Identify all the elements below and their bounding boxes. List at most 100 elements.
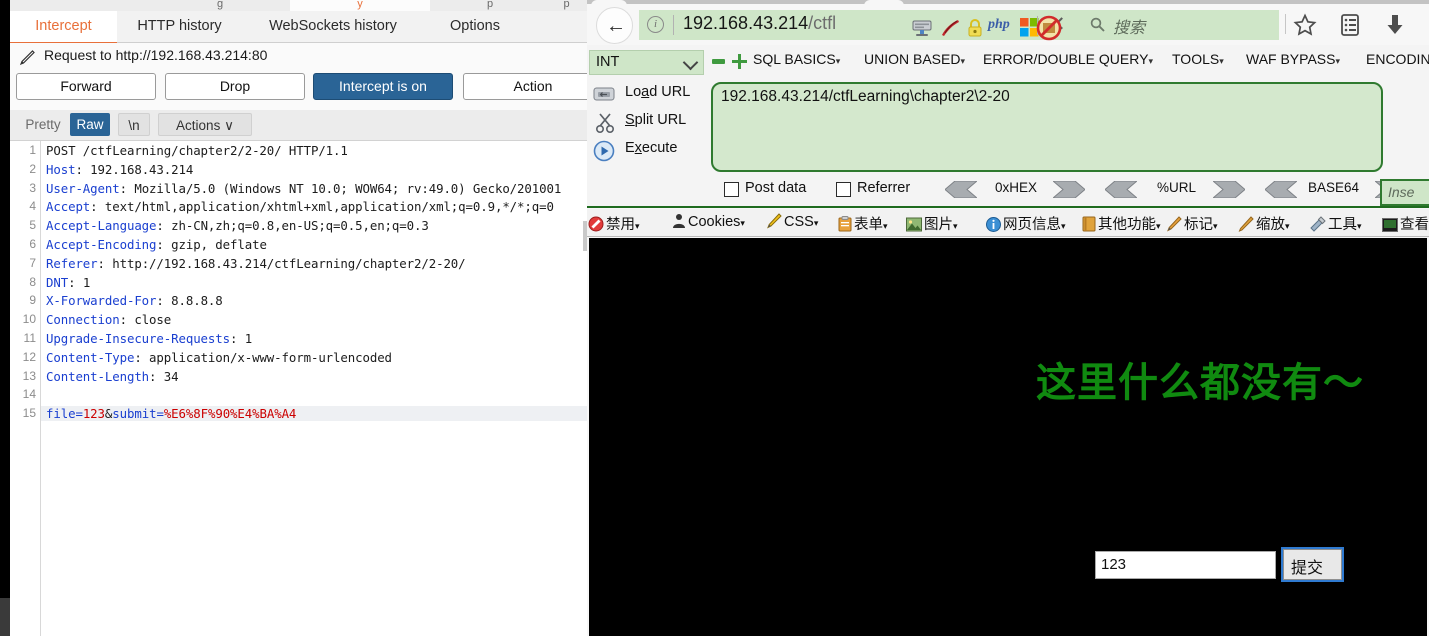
view-newline-button[interactable]: \n: [118, 113, 150, 136]
add-tab-button[interactable]: [732, 54, 747, 69]
submit-button[interactable]: 提交: [1281, 547, 1344, 582]
forward-button[interactable]: Forward: [16, 73, 156, 100]
menu-waf-bypass[interactable]: WAF BYPASS▾: [1246, 51, 1340, 67]
search-bar[interactable]: 搜索: [1081, 10, 1279, 40]
line-number: 8: [29, 274, 36, 289]
tab-intercept[interactable]: Intercept: [10, 11, 117, 45]
reader-list-icon[interactable]: [1339, 13, 1361, 37]
request-line[interactable]: Accept-Language: zh-CN,zh;q=0.8,en-US;q=…: [46, 218, 429, 233]
burp-top-tab-0[interactable]: g: [150, 0, 290, 11]
webdev-item-forms[interactable]: 表单▾: [838, 213, 888, 236]
server-icon[interactable]: [911, 18, 933, 38]
load-url-icon[interactable]: [592, 84, 616, 104]
hackbar-url-value: 192.168.43.214/ctfLearning\chapter2\2-20: [721, 88, 1010, 105]
encode-arrow-icon[interactable]: [1053, 181, 1085, 198]
hex-encoder-group[interactable]: 0xHEX: [945, 180, 1085, 199]
view-pretty-button[interactable]: Pretty: [18, 113, 68, 136]
insert-string-button[interactable]: Inse: [1380, 179, 1429, 206]
request-line[interactable]: file=123&submit=%E6%8F%90%E4%BA%A4: [41, 406, 588, 422]
request-line[interactable]: Host: 192.168.43.214: [46, 162, 193, 177]
request-line[interactable]: DNT: 1: [46, 275, 90, 290]
menu-union-based[interactable]: UNION BASED▾: [864, 51, 965, 67]
tab-intercept-label: Intercept: [35, 18, 92, 34]
referrer-checkbox[interactable]: [836, 182, 851, 197]
webdev-item-misc[interactable]: 其他功能▾: [1082, 213, 1161, 236]
back-button[interactable]: ←: [596, 7, 633, 44]
lock-icon[interactable]: [966, 18, 984, 38]
menu-tools[interactable]: TOOLS▾: [1172, 51, 1224, 67]
webdev-item-resize[interactable]: 缩放▾: [1238, 213, 1290, 236]
desktop-taskbar-sliver: [0, 598, 10, 636]
header-value: : 8.8.8.8: [156, 293, 223, 309]
request-line[interactable]: X-Forwarded-For: 8.8.8.8: [46, 293, 223, 308]
request-line[interactable]: POST /ctfLearning/chapter2/2-20/ HTTP/1.…: [46, 143, 348, 158]
post-data-checkbox[interactable]: [724, 182, 739, 197]
url-path: /ctfl: [808, 13, 837, 33]
menu-error-double-query[interactable]: ERROR/DOUBLE QUERY▾: [983, 51, 1153, 67]
tab-websockets-history[interactable]: WebSockets history: [243, 11, 423, 42]
webdev-item-information[interactable]: 网页信息▾: [986, 213, 1066, 236]
execute-button[interactable]: Execute: [625, 140, 677, 156]
request-line[interactable]: Content-Type: application/x-www-form-url…: [46, 350, 392, 365]
intercept-toggle-button[interactable]: Intercept is on: [313, 73, 453, 100]
page-info-icon[interactable]: i: [647, 16, 664, 33]
url-separator: [673, 15, 674, 35]
forms-icon: [838, 216, 852, 236]
tab-http-history[interactable]: HTTP history: [122, 11, 237, 42]
noscript-icon[interactable]: [1036, 15, 1062, 41]
webdev-item-label: 查看源: [1400, 217, 1429, 233]
request-line[interactable]: Accept: text/html,application/xhtml+xml,…: [46, 199, 554, 214]
line-number: 1: [29, 143, 36, 157]
url-encoder-label: %URL: [1157, 180, 1197, 195]
request-line[interactable]: User-Agent: Mozilla/5.0 (Windows NT 10.0…: [46, 181, 561, 196]
decode-arrow-icon[interactable]: [945, 181, 977, 198]
apache-feather-icon[interactable]: [939, 18, 961, 38]
download-icon[interactable]: [1384, 13, 1406, 37]
header-value: : 34: [149, 368, 179, 384]
hex-label: 0xHEX: [995, 180, 1038, 195]
execute-icon[interactable]: [593, 140, 615, 162]
webdev-item-view-source[interactable]: 查看源: [1382, 213, 1429, 236]
view-raw-button[interactable]: Raw: [70, 113, 110, 136]
menu-encoding[interactable]: ENCODIN: [1366, 51, 1429, 67]
url-encoder-group[interactable]: %URL: [1105, 180, 1245, 199]
remove-tab-button[interactable]: [712, 59, 725, 64]
burp-request-editor[interactable]: 1 2 3 4 5 6 7 8 9 10 11 12 13 14 15 POST /ctfLearning/…: [10, 141, 588, 636]
hackbar-url-textarea[interactable]: 192.168.43.214/ctfLearning\chapter2\2-20: [711, 82, 1383, 172]
burp-top-tab-3[interactable]: p: [545, 0, 588, 11]
line-number: 11: [23, 331, 36, 345]
webdev-item-images[interactable]: 图片▾: [906, 213, 958, 236]
request-line[interactable]: Accept-Encoding: gzip, deflate: [46, 237, 267, 252]
encode-arrow-icon[interactable]: [1213, 181, 1245, 198]
webdev-item-disable[interactable]: 禁用▾: [588, 213, 640, 236]
menu-sql-basics[interactable]: SQL BASICS▾: [753, 51, 840, 67]
decode-arrow-icon[interactable]: [1265, 181, 1297, 198]
intercept-toggle-label: Intercept is on: [339, 78, 427, 94]
view-actions-button[interactable]: Actions ∨: [158, 113, 252, 136]
file-input[interactable]: 123: [1095, 551, 1276, 579]
caret-icon: ▾: [1213, 221, 1218, 231]
split-url-button[interactable]: Split URL: [625, 112, 686, 128]
tab-options[interactable]: Options: [430, 11, 520, 42]
request-line[interactable]: Connection: close: [46, 312, 171, 327]
hackbar-type-select[interactable]: INT: [589, 50, 704, 75]
request-line[interactable]: Referer: http://192.168.43.214/ctfLearni…: [46, 256, 466, 271]
webdev-item-outline[interactable]: 标记▾: [1166, 213, 1218, 236]
burp-top-tab-2[interactable]: p: [440, 0, 540, 11]
caret-icon: ▾: [813, 218, 819, 228]
split-url-icon[interactable]: [595, 112, 615, 134]
star-icon[interactable]: [1293, 13, 1317, 37]
webdev-item-cookies[interactable]: Cookies▾: [672, 213, 745, 233]
webdev-item-tools[interactable]: 工具▾: [1310, 213, 1362, 236]
load-url-button[interactable]: Load URL: [625, 84, 690, 100]
request-line[interactable]: Content-Length: 34: [46, 369, 179, 384]
load-url-accesskey: a: [641, 84, 650, 100]
burp-top-level-tabs[interactable]: g y p p: [10, 0, 588, 14]
php-icon[interactable]: php: [988, 17, 1010, 33]
request-line[interactable]: Upgrade-Insecure-Requests: 1: [46, 331, 252, 346]
request-text[interactable]: POST /ctfLearning/chapter2/2-20/ HTTP/1.…: [41, 141, 588, 636]
webdev-item-css[interactable]: CSS▾: [766, 213, 818, 233]
action-button[interactable]: Action: [463, 73, 588, 100]
drop-button[interactable]: Drop: [165, 73, 305, 100]
decode-arrow-icon[interactable]: [1105, 181, 1137, 198]
